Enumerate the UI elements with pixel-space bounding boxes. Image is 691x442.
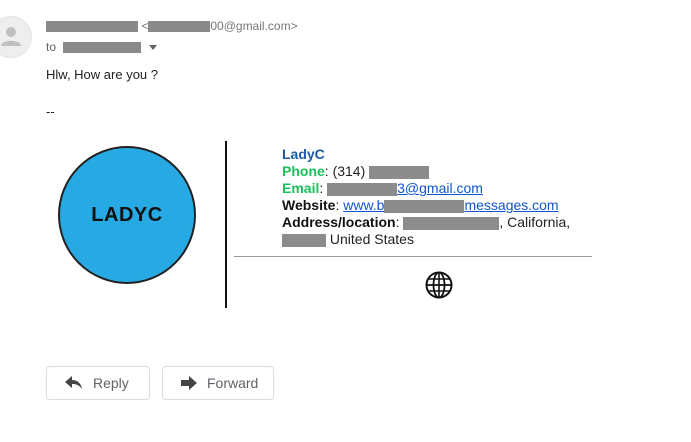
reply-label: Reply [93,375,129,391]
website-suffix: messages.com [464,197,559,213]
email-separator: : [319,180,328,196]
recipient-prefix: to [46,40,57,54]
recipient-line[interactable]: to [46,40,157,54]
forward-label: Forward [207,375,259,391]
reply-button[interactable]: Reply [46,366,150,400]
phone-value: (314) [332,163,366,179]
redacted-sender-email [148,21,211,33]
signature-divider-horizontal [234,256,592,257]
signature-phone-row: Phone: (314) [282,163,570,180]
address-country: United States [329,231,414,247]
angle-bracket-open: < [141,19,149,33]
redacted-website [384,199,465,213]
redacted-address [403,216,500,230]
person-icon [1,27,21,46]
sender-line: <00@gmail.com> [46,19,298,33]
redacted-phone [369,165,430,179]
signature-info: LadyC Phone: (314) Email: 3@gmail.com We… [282,146,570,248]
email-label: Email [282,180,320,196]
signature-address-row: Address/location: , California, [282,214,570,231]
sender-avatar[interactable] [0,16,32,58]
signature-address-row-2: United States [282,231,570,248]
email-value: 3@gmail.com [397,180,483,196]
website-prefix: www.b [343,197,385,213]
website-link[interactable]: www.b messages.com [343,197,558,213]
redacted-sender-name [46,21,138,33]
redacted-zip [282,233,326,247]
phone-separator: : [324,163,333,179]
address-state: , California, [499,214,571,230]
signature-name: LadyC [282,146,325,162]
reply-arrow-icon [65,376,82,389]
caret-down-icon[interactable] [148,45,157,51]
website-label: Website [282,197,336,213]
phone-label: Phone [282,163,325,179]
sender-email-suffix: 00@gmail.com> [210,19,298,33]
globe-icon[interactable] [424,270,454,300]
forward-button[interactable]: Forward [162,366,274,400]
signature-website-row: Website: www.b messages.com [282,197,570,214]
signature-logo: LADYC [58,146,196,284]
forward-arrow-icon [181,376,197,390]
address-label: Address/location [282,214,396,230]
signature-email-row: Email: 3@gmail.com [282,180,570,197]
email-link[interactable]: 3@gmail.com [327,180,483,196]
redacted-recipient [63,42,142,54]
signature-divider-vertical [225,141,227,308]
signature-separator: -- [46,104,55,119]
redacted-email-user [327,182,398,196]
address-separator: : [395,214,404,230]
logo-text: LADYC [91,203,163,226]
message-body: Hlw, How are you ? [46,67,158,82]
